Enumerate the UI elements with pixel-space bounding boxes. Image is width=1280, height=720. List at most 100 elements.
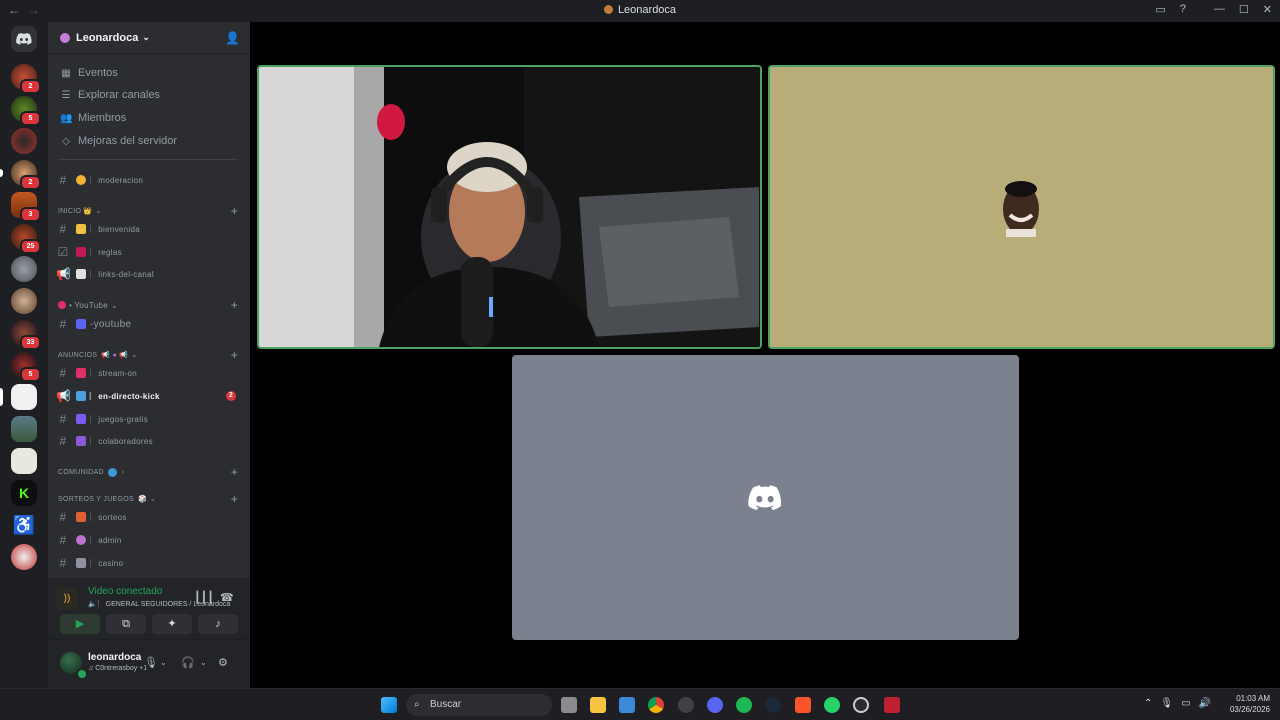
file-explorer-icon[interactable] [590,697,606,713]
chevron-up-icon[interactable]: ⌃ [1144,698,1152,709]
channel-name: ︳colaboradores [90,436,153,446]
guild-header[interactable]: Leonardoca ⌄ 👤 [48,22,250,54]
user-panel: leonardoca ♫ C0ntrerasboy +1 🎙 ⌄ 🎧 ⌄ ⚙ [48,640,250,688]
spotify-icon[interactable] [736,697,752,713]
headphones-icon[interactable]: 🎧 [181,656,195,669]
category-inicio[interactable]: INICIO 👑 ⌄ + [58,204,240,218]
voice-status[interactable]: Video conectado [88,586,162,597]
steam-icon[interactable] [765,697,781,713]
store-icon[interactable] [619,697,635,713]
screen-share-button[interactable]: ⧉ [106,614,146,634]
cj-video [770,67,1273,347]
channel-moderacion[interactable]: # ︳moderacion [56,170,242,190]
channel-reglas[interactable]: ☑ ︳reglas [56,242,242,262]
category-label: COMUNIDAD [58,468,104,476]
username[interactable]: leonardoca [88,652,141,663]
search-box[interactable]: ⌕ Buscar [406,694,552,716]
server-icon[interactable]: 2 [0,160,41,190]
accessibility-icon[interactable]: ♿ [11,512,37,538]
server-icon[interactable] [11,288,37,314]
chevron-down-icon[interactable]: ⌄ [160,658,167,667]
maximize-button[interactable]: ☐ [1239,3,1249,16]
add-channel-icon[interactable]: + [231,348,238,362]
channel-casino[interactable]: # ︳casino [56,553,242,573]
server-icon[interactable] [11,448,37,474]
channel-links-del-canal[interactable]: 📢 ︳links-del-canal [56,264,242,284]
video-stage [250,22,1280,688]
whatsapp-icon[interactable] [824,697,840,713]
server-icon[interactable]: 33 [11,320,41,350]
server-icon[interactable]: K [11,480,37,506]
speedometer-icon[interactable] [853,697,869,713]
channel-bienvenida[interactable]: # ︳bienvenida [56,219,242,239]
help-icon[interactable]: ? [1180,3,1186,16]
microphone-icon[interactable]: 🎙 [1160,698,1173,709]
task-view-icon[interactable] [561,697,577,713]
channel-youtube[interactable]: # -youtube [56,314,242,334]
chrome-icon[interactable] [648,697,664,713]
network-icon[interactable]: ▭ [1181,698,1190,709]
category-comunidad[interactable]: COMUNIDAD › + [58,465,240,479]
microphone-icon[interactable]: 🎙 [144,656,158,669]
add-channel-icon[interactable]: + [231,492,238,506]
participant-video-tile[interactable] [768,65,1275,349]
unread-badge: 2 [226,391,236,401]
server-icon[interactable]: 5 [11,96,41,126]
add-channel-icon[interactable]: + [231,465,238,479]
nav-boosts[interactable]: ◇ Mejoras del servidor [60,131,177,151]
server-icon[interactable] [11,416,37,442]
nav-label: Explorar canales [78,89,160,101]
server-icon[interactable]: 5 [11,352,41,382]
gear-icon[interactable]: ⚙ [218,656,228,669]
channel-juegos-gratis[interactable]: # ︳juegos-gratis [56,409,242,429]
participant-video-tile[interactable] [257,65,762,349]
channel-name: ︳links-del-canal [90,269,154,279]
channel-name: ︳en-directo-kick [90,391,160,401]
category-sorteos-y-juegos[interactable]: SORTEOS Y JUEGOS 🎲 ⌄ + [58,492,240,506]
app-icon[interactable] [678,697,694,713]
channel-stream-on[interactable]: # ︳stream-on [56,363,242,383]
disconnect-icon[interactable]: ☎ [220,591,234,604]
channel-admin[interactable]: # ︳admin [56,530,242,550]
server-icon[interactable]: 2 [11,64,41,94]
server-icon[interactable] [11,544,37,570]
volume-icon[interactable]: 🔊 [1199,698,1211,709]
add-channel-icon[interactable]: + [231,298,238,312]
app-icon[interactable] [884,697,900,713]
divider [58,159,238,160]
server-icon[interactable]: 25 [11,224,41,254]
server-icon[interactable] [0,384,37,410]
activities-button[interactable]: ✦ [152,614,192,634]
brave-icon[interactable] [795,697,811,713]
add-channel-icon[interactable]: + [231,204,238,218]
noise-suppression-icon[interactable]: ┃┃┃ [194,591,214,604]
nav-events[interactable]: ▦ Eventos [60,63,117,83]
server-icon[interactable] [11,128,37,154]
discord-taskbar-icon[interactable] [707,697,723,713]
discord-home-button[interactable] [11,26,37,52]
chevron-down-icon[interactable]: ⌄ [200,658,207,667]
clock[interactable]: 01:03 AM 03/26/2026 [1230,693,1270,715]
channel-en-directo-kick[interactable]: 📢 ︳en-directo-kick 2 [56,386,242,406]
category-anuncios[interactable]: ANUNCIOS 📢 ● 📢 ⌄ + [58,348,240,362]
server-icon[interactable]: 3 [11,192,41,222]
add-member-icon[interactable]: 👤 [225,31,240,45]
mention-badge: 25 [20,239,41,254]
camera-button[interactable]: ▶ [60,614,100,634]
user-activity: ♫ C0ntrerasboy +1 [88,665,147,672]
minimize-button[interactable]: — [1214,3,1225,16]
inbox-icon[interactable]: ▭ [1155,3,1165,16]
channel-name: ︳stream-on [90,368,138,378]
nav-members[interactable]: 👥 Miembros [60,108,126,128]
close-button[interactable]: ✕ [1263,3,1272,16]
channel-colaboradores[interactable]: # ︳colaboradores [56,431,242,451]
category-youtube[interactable]: • YouTube ⌄ + [58,298,240,312]
windows-start-icon[interactable] [381,697,397,713]
search-placeholder: Buscar [430,699,462,710]
taskbar: ⌕ Buscar ⌃ 🎙 ▭ 🔊 01:03 AM 03/26/2026 [0,688,1280,720]
participant-placeholder-tile[interactable] [512,355,1019,640]
server-icon[interactable] [11,256,37,282]
soundboard-button[interactable]: ♪ [198,614,238,634]
nav-browse-channels[interactable]: ☰ Explorar canales [60,85,160,105]
channel-sorteos[interactable]: # ︳sorteos [56,507,242,527]
